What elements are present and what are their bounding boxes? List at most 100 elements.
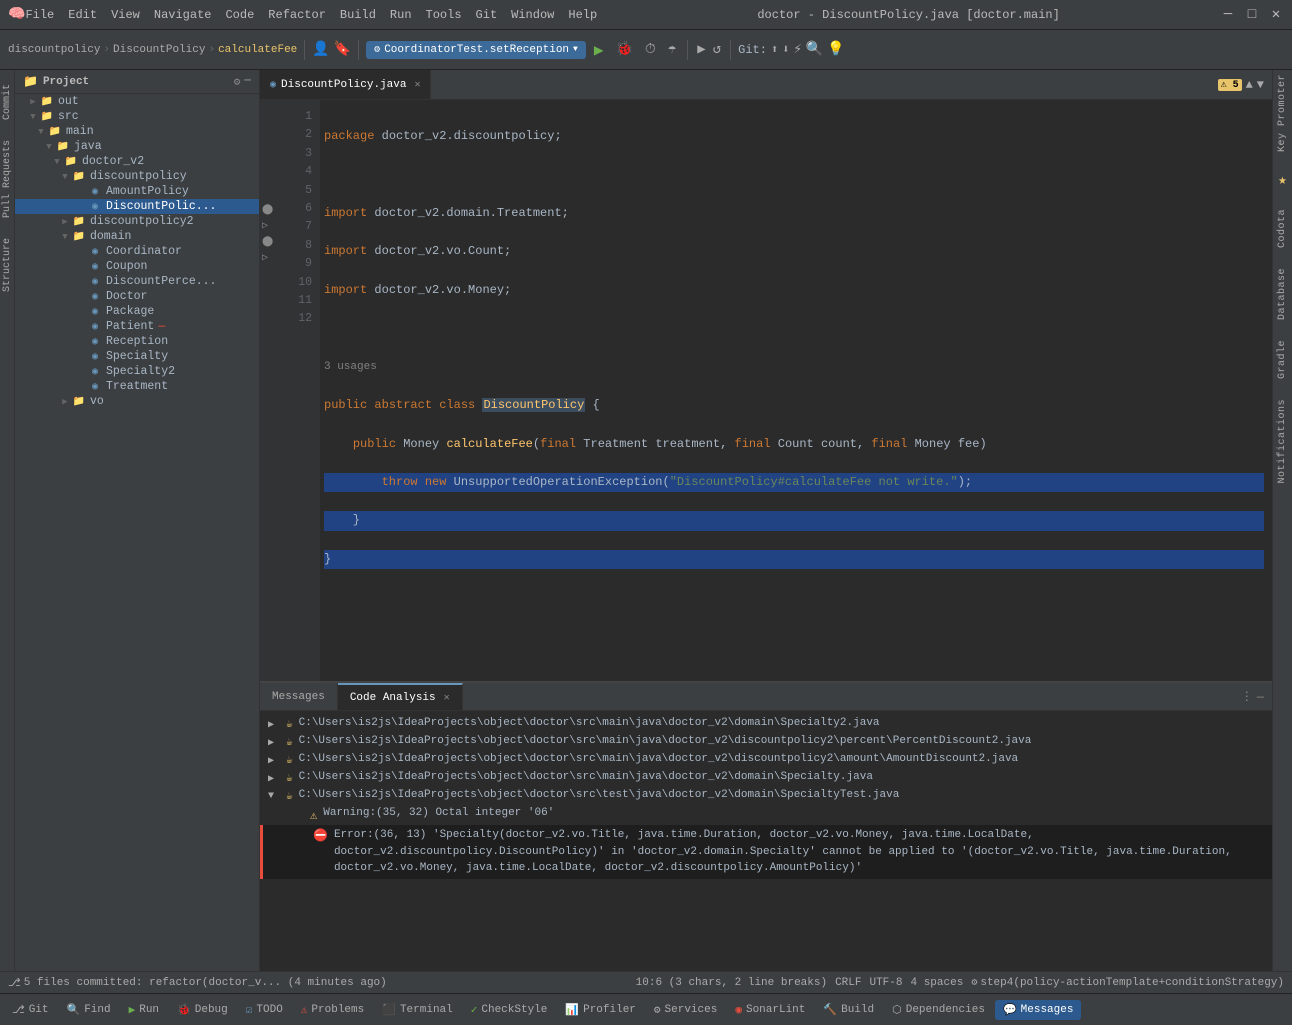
translate-button[interactable]: ⚡ [793,41,801,58]
tree-item-specialty2[interactable]: ◉ Specialty2 [15,364,259,379]
taskbar-git[interactable]: ⎇ Git [4,1000,57,1020]
codota-label[interactable]: Codota [1277,209,1288,248]
tree-item-vo[interactable]: ▶ 📁 vo [15,394,259,409]
run-stop-button[interactable]: ▶ [695,39,707,60]
taskbar-problems[interactable]: ⚠ Problems [293,1000,372,1020]
tree-item-discountpolicy2[interactable]: ▶ 📁 discountpolicy2 [15,214,259,229]
sidebar-tree[interactable]: ▶ 📁 out ▼ 📁 src ▼ 📁 main ▼ 📁 java [15,94,259,971]
menu-file[interactable]: File [25,8,54,22]
bottom-content[interactable]: ▶ ☕ C:\Users\is2js\IdeaProjects\object\d… [260,711,1272,971]
tree-item-src[interactable]: ▼ 📁 src [15,109,259,124]
rerun-button[interactable]: ↺ [711,39,723,60]
coverage-button[interactable]: ☂ [664,41,680,58]
sidebar-minimize-icon[interactable]: — [244,75,251,89]
window-controls[interactable]: ─ □ ✕ [1220,7,1284,23]
tree-item-discountpolicy[interactable]: ▼ 📁 discountpolicy [15,169,259,184]
tree-item-doctor[interactable]: ◉ Doctor [15,289,259,304]
bottom-minimize-button[interactable]: — [1257,690,1264,704]
tree-item-out[interactable]: ▶ 📁 out [15,94,259,109]
tree-item-doctor_v2[interactable]: ▼ 📁 doctor_v2 [15,154,259,169]
taskbar-debug[interactable]: 🐞 Debug [169,1000,236,1020]
gradle-label[interactable]: Gradle [1277,340,1288,379]
key-promoter-label[interactable]: Key Promoter [1277,74,1288,152]
profile-button[interactable]: ⏱ [641,42,660,58]
run-button[interactable]: ▶ [590,40,608,60]
taskbar-checkstyle[interactable]: ✓ CheckStyle [463,1000,556,1020]
tree-item-treatment[interactable]: ◉ Treatment [15,379,259,394]
menu-code[interactable]: Code [225,8,254,22]
taskbar-run[interactable]: ▶ Run [121,1000,167,1020]
tab-close-button[interactable]: ✕ [414,79,420,91]
breadcrumb-method[interactable]: calculateFee [218,44,297,56]
error-item-5[interactable]: ▼ ☕ C:\Users\is2js\IdeaProjects\object\d… [260,787,1272,805]
breadcrumb-class[interactable]: DiscountPolicy [113,44,205,56]
notifications-label[interactable]: Notifications [1277,399,1288,484]
tree-item-package[interactable]: ◉ Package [15,304,259,319]
git-status[interactable]: ⎇ 5 files committed: refactor(doctor_v..… [8,976,387,990]
error-detail-item[interactable]: ⛔ Error:(36, 13) 'Specialty(doctor_v2.vo… [260,825,1272,879]
menu-window[interactable]: Window [511,8,554,22]
settings-button[interactable]: 💡 [827,41,844,58]
taskbar-sonarlint[interactable]: ◉ SonarLint [727,1000,813,1020]
codota-icon[interactable]: ★ [1278,172,1286,189]
taskbar-services[interactable]: ⚙ Services [646,1000,725,1020]
taskbar-messages[interactable]: 💬 Messages [995,1000,1082,1020]
taskbar-dependencies[interactable]: ⬡ Dependencies [884,1000,993,1020]
menu-build[interactable]: Build [340,8,376,22]
commit-label[interactable]: Commit [0,78,15,126]
menu-refactor[interactable]: Refactor [268,8,326,22]
warning-item[interactable]: ⚠ Warning:(35, 32) Octal integer '06' [260,805,1272,825]
menu-navigate[interactable]: Navigate [154,8,212,22]
error-item-2[interactable]: ▶ ☕ C:\Users\is2js\IdeaProjects\object\d… [260,733,1272,751]
taskbar-build[interactable]: 🔨 Build [815,1000,882,1020]
error-item-1[interactable]: ▶ ☕ C:\Users\is2js\IdeaProjects\object\d… [260,715,1272,733]
tree-item-main[interactable]: ▼ 📁 main [15,124,259,139]
structure-label[interactable]: Structure [0,232,15,298]
code-content[interactable]: package doctor_v2.discountpolicy; import… [320,100,1272,681]
error-item-3[interactable]: ▶ ☕ C:\Users\is2js\IdeaProjects\object\d… [260,751,1272,769]
search-button[interactable]: 🔍 [806,41,823,58]
menu-help[interactable]: Help [568,8,597,22]
error-item-4[interactable]: ▶ ☕ C:\Users\is2js\IdeaProjects\object\d… [260,769,1272,787]
bottom-options-icon[interactable]: ⋮ [1241,689,1253,704]
tab-code-analysis[interactable]: Code Analysis ✕ [338,683,463,710]
scroll-up-button[interactable]: ▲ [1246,78,1253,92]
git-push-button[interactable]: ⬆ [771,42,778,57]
breadcrumb-project[interactable]: discountpolicy [8,44,100,56]
tree-item-java[interactable]: ▼ 📁 java [15,139,259,154]
tree-item-coupon[interactable]: ◉ Coupon [15,259,259,274]
taskbar-todo[interactable]: ☑ TODO [238,1000,291,1020]
tree-item-domain[interactable]: ▼ 📁 domain [15,229,259,244]
maximize-button[interactable]: □ [1244,7,1260,23]
tree-item-coordinator[interactable]: ◉ Coordinator [15,244,259,259]
tab-discountpolicy[interactable]: ◉ DiscountPolicy.java ✕ [260,70,431,99]
menu-view[interactable]: View [111,8,140,22]
taskbar-find[interactable]: 🔍 Find [59,1000,119,1020]
tree-item-specialty[interactable]: ◉ Specialty [15,349,259,364]
taskbar-profiler[interactable]: 📊 Profiler [557,1000,644,1020]
sidebar-options-icon[interactable]: ⚙ [234,75,241,89]
minimize-button[interactable]: ─ [1220,7,1236,23]
code-analysis-close-button[interactable]: ✕ [444,692,450,704]
close-button[interactable]: ✕ [1268,7,1284,23]
scroll-down-button[interactable]: ▼ [1257,78,1264,92]
toolbar-bookmark-icon[interactable]: 🔖 [334,41,351,58]
menu-edit[interactable]: Edit [68,8,97,22]
tab-messages[interactable]: Messages [260,683,338,710]
git-pull-button[interactable]: ⬇ [782,42,789,57]
run-config-dropdown[interactable]: ⚙ CoordinatorTest.setReception ▼ [366,41,586,59]
pull-requests-label[interactable]: Pull Requests [0,134,15,224]
code-editor-content[interactable]: ⬤ ▷ ⬤ ▷ 1 2 3 4 5 6 7 8 9 10 11 [260,100,1272,681]
menu-git[interactable]: Git [476,8,498,22]
tree-item-discountpolicy-file[interactable]: ◉ DiscountPolic... [15,199,259,214]
tree-item-reception[interactable]: ◉ Reception [15,334,259,349]
menu-tools[interactable]: Tools [426,8,462,22]
taskbar-terminal[interactable]: ⬛ Terminal [374,1000,461,1020]
database-label[interactable]: Database [1277,268,1288,320]
tree-item-amountpolicy[interactable]: ◉ AmountPolicy [15,184,259,199]
debug-button[interactable]: 🐞 [611,41,636,58]
menu-bar[interactable]: File Edit View Navigate Code Refactor Bu… [25,8,597,22]
tree-item-discountperce[interactable]: ◉ DiscountPerce... [15,274,259,289]
tree-item-patient[interactable]: ◉ Patient — [15,319,259,334]
menu-run[interactable]: Run [390,8,412,22]
